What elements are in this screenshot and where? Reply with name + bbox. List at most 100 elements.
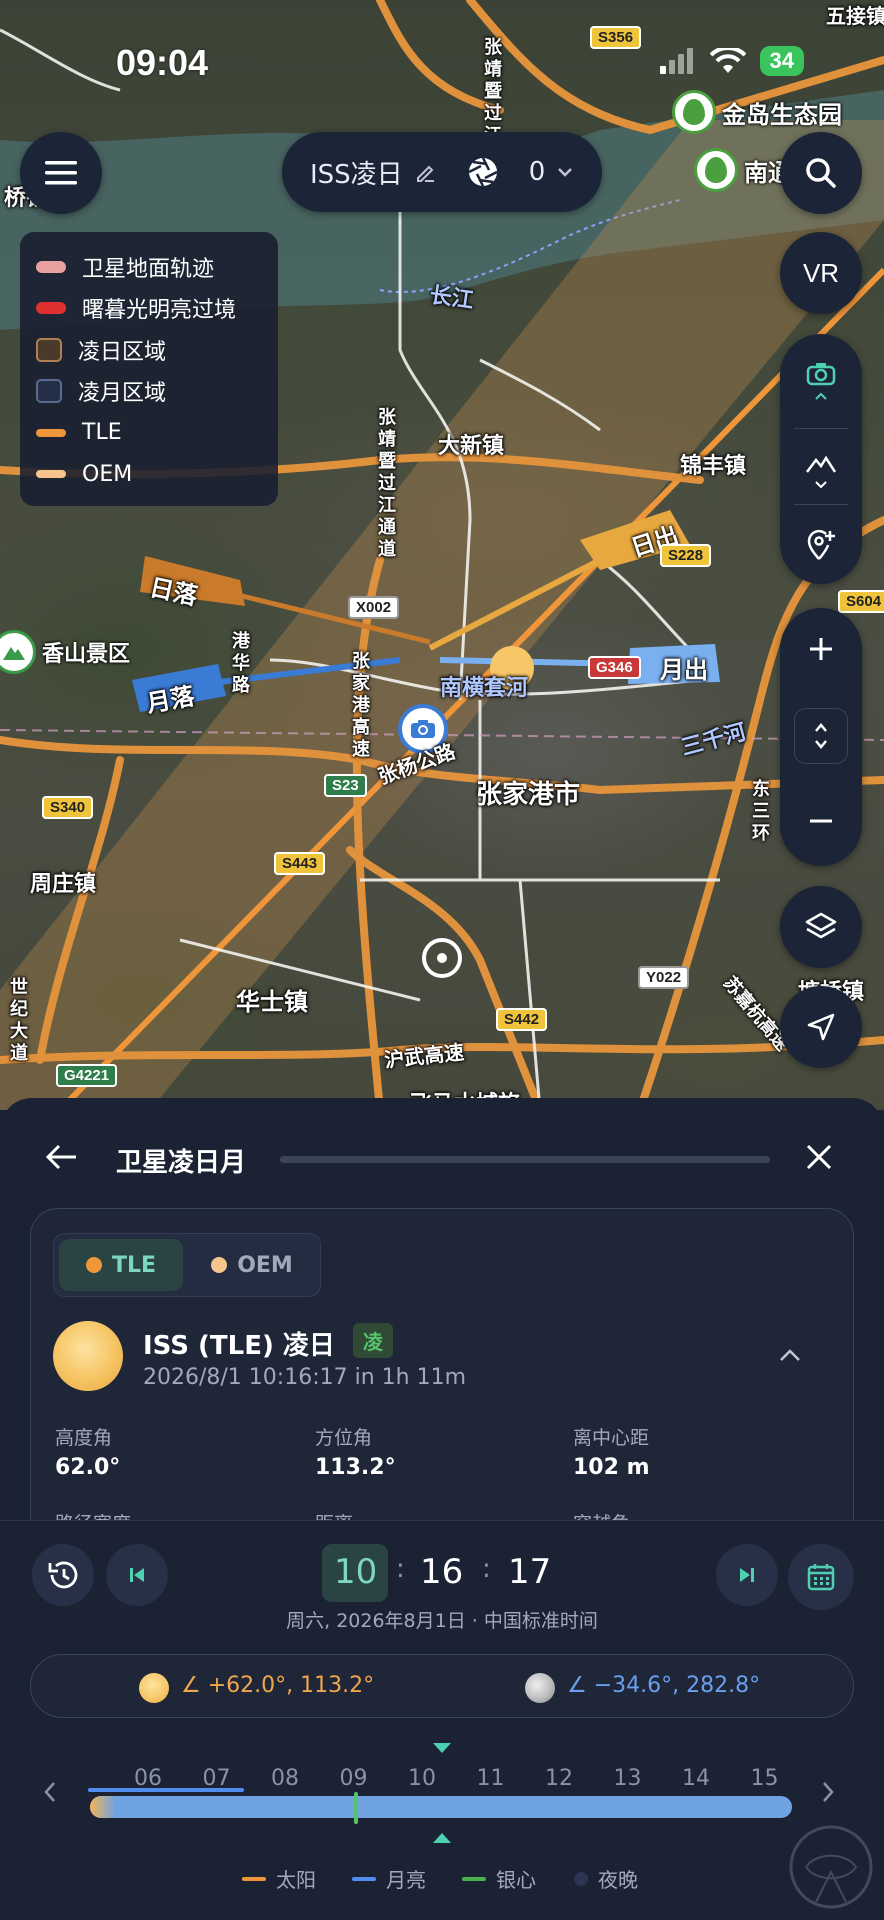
place-daxin: 大新镇 [438,433,505,458]
poi-nantong[interactable]: 南通 [694,148,792,192]
road-badge-y022: Y022 [638,966,690,989]
signal-icon [659,48,693,74]
event-time: 2026/8/1 10:16:17 in 1h 11m [143,1365,467,1390]
zoom-stack [780,608,862,866]
timeline-legend-galactic: 银心 [462,1864,536,1893]
tool-stack [780,334,862,584]
legend-item: 凌月区域 [36,371,262,413]
navigation-icon [807,1013,835,1041]
back-button[interactable] [44,1142,84,1178]
calendar-button[interactable] [788,1544,854,1610]
camera-icon [806,363,836,386]
second-value[interactable]: 17 [508,1552,551,1592]
search-button[interactable] [780,132,862,214]
close-icon [806,1144,832,1170]
map-legend: 卫星地面轨迹 曙暮光明亮过境 凌日区域 凌月区域 TLE OEM [20,232,278,506]
zoom-reset-button[interactable] [794,708,848,764]
layers-button[interactable] [780,886,862,968]
timeline-hour-label: 12 [545,1766,573,1791]
place-wujie: 五接镇 [826,6,884,28]
timeline-hour-label: 14 [682,1766,710,1791]
timeline-hour-label: 09 [339,1766,368,1791]
stat-altitude-label: 高度角 [55,1427,113,1449]
road-dongsanhuan: 东三环 [752,779,770,843]
legend-item: OEM [36,454,262,496]
place-huashi: 华士镇 [236,989,308,1016]
river-nanheng: 南横套河 [440,675,529,700]
satellite-selector[interactable]: ISS凌日 0 [282,132,602,212]
timeline-track[interactable] [90,1796,792,1818]
source-tabs: TLE OEM [53,1233,321,1297]
legend-item: 曙暮光明亮过境 [36,288,262,330]
road-shiji: 世纪大道 [10,977,28,1063]
timeline-hour-label: 11 [476,1766,505,1791]
arrow-left-icon [45,1144,76,1170]
road-badge-x002: X002 [348,596,400,619]
zoom-in-button[interactable] [780,616,862,682]
legend-item: 凌日区域 [36,329,262,371]
menu-button[interactable] [20,132,102,214]
search-icon [806,158,836,188]
road-badge-s356: S356 [590,26,642,49]
moon-position: ∠ −34.6°, 282.8° [567,1673,761,1698]
legend-item: 卫星地面轨迹 [36,246,262,288]
time-colon: : [482,1554,491,1584]
add-location-button[interactable] [780,512,862,578]
camera-tool-button[interactable] [780,348,862,414]
poi-xiangshan[interactable]: 香山景区 [0,630,130,674]
timeline-legend-night: 夜晚 [574,1864,638,1893]
hour-value: 10 [334,1552,378,1592]
terrain-tool-button[interactable] [780,438,862,504]
tab-tle[interactable]: TLE [59,1239,183,1291]
history-button[interactable] [32,1544,94,1606]
vr-button[interactable]: VR [780,232,862,314]
locate-button[interactable] [780,986,862,1068]
menu-icon [45,161,77,185]
app-logo-watermark [789,1825,873,1909]
status-time: 09:04 [116,42,209,83]
road-gangtai: 港华路 [232,631,250,695]
drag-handle[interactable] [280,1156,770,1163]
aperture-icon[interactable] [467,156,499,188]
minus-icon [810,819,832,823]
road-badge-s228: S228 [660,544,712,567]
moon-timeline-segment [88,1788,244,1792]
timeline-next-button[interactable] [820,1780,836,1808]
history-icon [48,1561,78,1589]
tab-oem[interactable]: OEM [188,1239,316,1291]
stat-center-distance-value: 102 m [573,1455,650,1480]
chevron-right-icon [823,1782,834,1802]
poi-jindao[interactable]: 金岛生态园 [672,90,842,134]
place-zhouzhuang: 周庄镇 [30,871,97,896]
timeline-hour-label: 10 [408,1766,436,1791]
road-badge-s340: S340 [42,796,94,819]
timeline-top-marker [433,1743,451,1753]
oem-dot [211,1257,228,1273]
close-button[interactable] [804,1142,836,1174]
stat-altitude-value: 62.0° [55,1455,121,1480]
timeline-legend-sun: 太阳 [242,1864,316,1893]
next-event-button[interactable] [716,1544,778,1606]
road-badge-s442: S442 [496,1008,548,1031]
road-badge-g346: G346 [588,656,641,679]
legend-item: TLE [36,412,262,454]
timeline-prev-button[interactable] [42,1780,58,1808]
timeline-cursor[interactable] [354,1792,358,1824]
timeline-hour-label: 08 [271,1766,299,1791]
layers-icon [805,912,837,939]
event-title: ISS (TLE) 凌日 [143,1331,335,1361]
prev-event-button[interactable] [106,1544,168,1606]
panel-header: 卫星凌日月 [0,1098,884,1220]
sun-moon-position-bar: ∠ +62.0°, 113.2° ∠ −34.6°, 282.8° [30,1654,854,1718]
skip-forward-icon [740,1568,754,1582]
chevron-left-icon [44,1782,55,1802]
camera-icon [411,720,435,738]
stat-azimuth-label: 方位角 [315,1427,373,1449]
minute-value[interactable]: 16 [420,1552,463,1592]
edit-icon[interactable] [415,161,437,183]
zoom-out-button[interactable] [780,788,862,854]
chevron-up-icon [815,392,827,400]
road-badge-s23: S23 [324,774,367,797]
collapse-button[interactable] [779,1347,801,1366]
chevron-up-icon [780,1349,800,1361]
